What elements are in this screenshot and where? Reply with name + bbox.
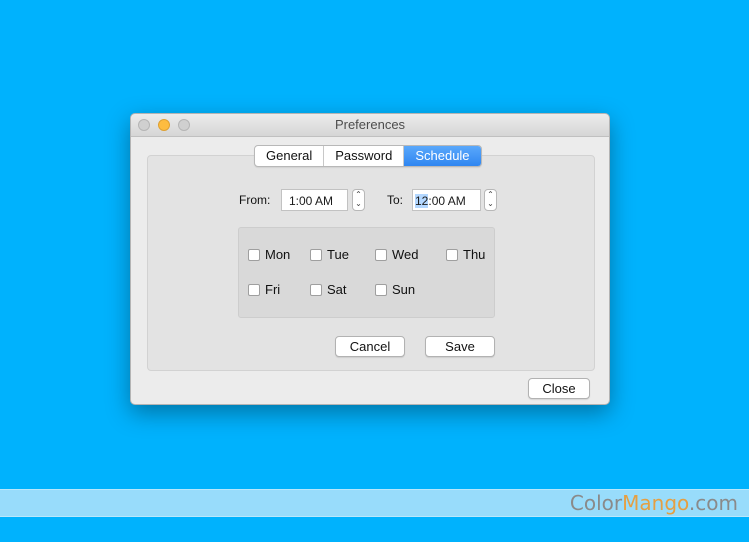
chevron-down-icon[interactable]: ⌄ [485, 199, 496, 208]
day-checkbox-sun[interactable]: Sun [375, 282, 415, 297]
title-bar[interactable]: Preferences [131, 114, 609, 137]
preferences-window: Preferences General Password Schedule Fr… [130, 113, 610, 405]
save-button[interactable]: Save [425, 336, 495, 357]
zoom-window-icon[interactable] [178, 119, 190, 131]
watermark-bar: ColorMango.com [0, 489, 749, 517]
checkbox[interactable] [375, 248, 387, 261]
watermark-part2: Mango [622, 491, 689, 515]
checkbox[interactable] [310, 283, 322, 296]
tab-schedule[interactable]: Schedule [404, 146, 481, 166]
tab-general[interactable]: General [255, 146, 325, 166]
to-time-hour-selected: 12 [415, 194, 429, 208]
to-label: To: [387, 193, 404, 207]
checkbox[interactable] [446, 248, 458, 261]
tab-password[interactable]: Password [324, 146, 405, 166]
to-time-stepper[interactable]: ⌃ ⌄ [484, 189, 497, 211]
minimize-window-icon[interactable] [158, 119, 170, 131]
chevron-up-icon[interactable]: ⌃ [353, 190, 364, 199]
watermark-part3: .com [688, 491, 738, 515]
day-checkbox-thu[interactable]: Thu [446, 247, 485, 262]
day-checkbox-tue[interactable]: Tue [310, 247, 349, 262]
watermark-logo: ColorMango.com [570, 492, 738, 514]
tab-bar: General Password Schedule [254, 145, 482, 167]
from-label: From: [239, 193, 271, 207]
day-label: Sun [392, 282, 416, 297]
day-checkbox-sat[interactable]: Sat [310, 282, 347, 297]
window-title: Preferences [334, 117, 406, 132]
checkbox[interactable] [310, 248, 322, 261]
close-window-icon[interactable] [138, 119, 150, 131]
day-label: Sat [327, 282, 347, 297]
day-checkbox-wed[interactable]: Wed [375, 247, 419, 262]
day-label: Wed [392, 247, 419, 262]
chevron-up-icon[interactable]: ⌃ [485, 190, 496, 199]
day-label: Fri [265, 282, 281, 297]
day-label: Mon [265, 247, 291, 262]
day-checkbox-fri[interactable]: Fri [248, 282, 280, 297]
to-time-rest: :00 AM [428, 194, 466, 208]
day-label: Thu [463, 247, 486, 262]
close-button[interactable]: Close [528, 378, 590, 399]
checkbox[interactable] [248, 248, 260, 261]
to-time-field[interactable]: 12:00 AM [412, 189, 481, 211]
watermark-part1: Color [569, 491, 623, 515]
day-label: Tue [327, 247, 349, 262]
checkbox[interactable] [248, 283, 260, 296]
from-time-stepper[interactable]: ⌃ ⌄ [352, 189, 365, 211]
day-checkbox-mon[interactable]: Mon [248, 247, 290, 262]
days-box: Mon Tue Wed Thu Fri Sat Sun [238, 227, 495, 318]
cancel-button[interactable]: Cancel [335, 336, 405, 357]
from-time-field[interactable]: 1:00 AM [281, 189, 348, 211]
checkbox[interactable] [375, 283, 387, 296]
chevron-down-icon[interactable]: ⌄ [353, 199, 364, 208]
